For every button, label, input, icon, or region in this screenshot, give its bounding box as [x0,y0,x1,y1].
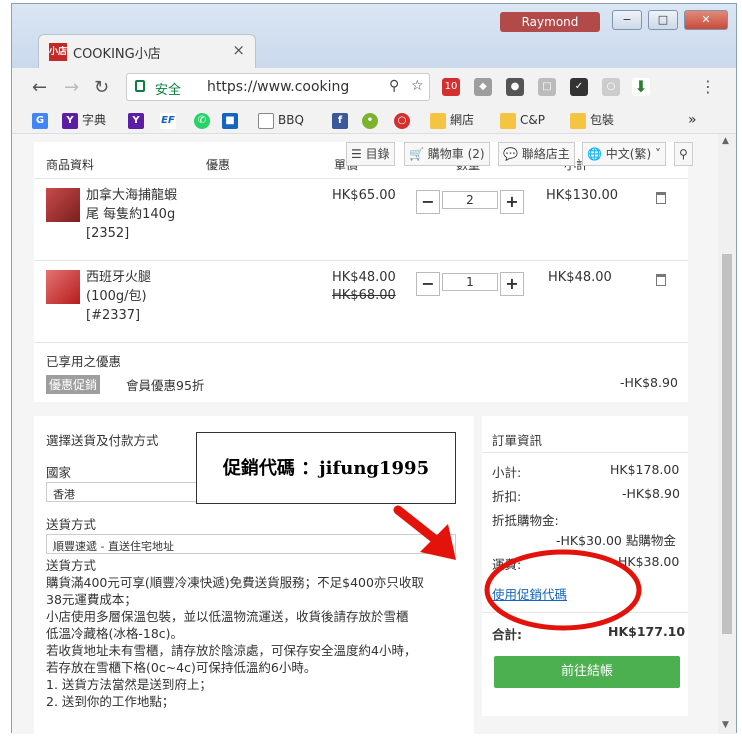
annotation-overlay [393,505,642,631]
annotation-circle [484,549,642,631]
